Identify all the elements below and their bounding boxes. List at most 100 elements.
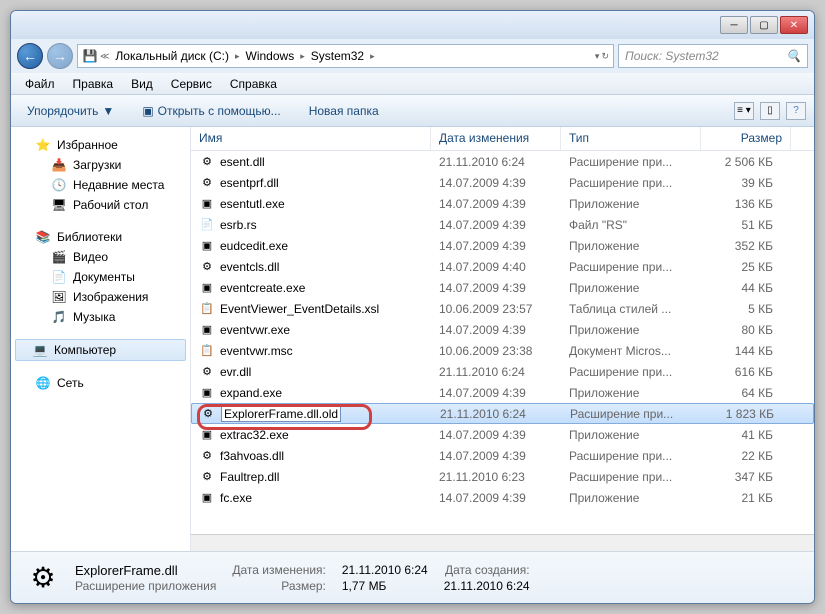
- menu-tools[interactable]: Сервис: [163, 75, 220, 93]
- file-type: Приложение: [561, 196, 701, 212]
- search-icon: 🔍: [786, 49, 801, 63]
- file-row[interactable]: 📋eventvwr.msc10.06.2009 23:38Документ Mi…: [191, 340, 814, 361]
- rename-input[interactable]: ExplorerFrame.dll.old: [221, 406, 341, 422]
- file-date: 14.07.2009 4:39: [431, 385, 561, 401]
- navbar: ← → 💾 ≪ Локальный диск (C:) ▸ Windows ▸ …: [11, 39, 814, 73]
- menubar: Файл Правка Вид Сервис Справка: [11, 73, 814, 95]
- forward-button[interactable]: →: [47, 43, 73, 69]
- close-button[interactable]: ✕: [780, 16, 808, 34]
- file-type-icon: ⚙: [23, 558, 63, 598]
- search-placeholder: Поиск: System32: [625, 49, 719, 63]
- sidebar-images[interactable]: 🖼Изображения: [11, 287, 190, 307]
- sidebar-favorites[interactable]: ⭐Избранное: [11, 135, 190, 155]
- explorer-window: ─ ▢ ✕ ← → 💾 ≪ Локальный диск (C:) ▸ Wind…: [10, 10, 815, 604]
- recent-icon: 🕓: [51, 177, 67, 193]
- file-name: eventcreate.exe: [220, 281, 305, 295]
- file-row[interactable]: ▣eudcedit.exe14.07.2009 4:39Приложение35…: [191, 235, 814, 256]
- file-row[interactable]: ⚙esent.dll21.11.2010 6:24Расширение при.…: [191, 151, 814, 172]
- breadcrumb-item[interactable]: Windows: [242, 47, 299, 65]
- file-type: Расширение при...: [561, 154, 701, 170]
- refresh-icon[interactable]: ↻: [601, 51, 609, 62]
- file-icon: ⚙: [199, 364, 215, 380]
- sidebar-desktop[interactable]: 🖥Рабочий стол: [11, 195, 190, 215]
- library-icon: 📚: [35, 229, 51, 245]
- file-row[interactable]: ▣eventvwr.exe14.07.2009 4:39Приложение80…: [191, 319, 814, 340]
- file-icon: ⚙: [199, 259, 215, 275]
- sidebar-music[interactable]: 🎵Музыка: [11, 307, 190, 327]
- sidebar-documents[interactable]: 📄Документы: [11, 267, 190, 287]
- file-type: Приложение: [561, 490, 701, 506]
- column-headers: Имя Дата изменения Тип Размер: [191, 127, 814, 151]
- file-row[interactable]: ⚙Faultrep.dll21.11.2010 6:23Расширение п…: [191, 466, 814, 487]
- menu-help[interactable]: Справка: [222, 75, 285, 93]
- details-pane: ⚙ ExplorerFrame.dll Дата изменения: 21.1…: [11, 551, 814, 603]
- menu-file[interactable]: Файл: [17, 75, 63, 93]
- header-type[interactable]: Тип: [561, 127, 701, 150]
- header-size[interactable]: Размер: [701, 127, 791, 150]
- file-size: 44 КБ: [701, 280, 781, 296]
- images-icon: 🖼: [51, 289, 67, 305]
- file-date: 21.11.2010 6:24: [432, 406, 562, 422]
- file-row[interactable]: ⚙f3ahvoas.dll14.07.2009 4:39Расширение п…: [191, 445, 814, 466]
- chevron-icon[interactable]: ▸: [370, 51, 375, 62]
- maximize-button[interactable]: ▢: [750, 16, 778, 34]
- file-date: 21.11.2010 6:23: [431, 469, 561, 485]
- file-date: 10.06.2009 23:57: [431, 301, 561, 317]
- file-row[interactable]: ⚙evr.dll21.11.2010 6:24Расширение при...…: [191, 361, 814, 382]
- sidebar: ⭐Избранное 📥Загрузки 🕓Недавние места 🖥Ра…: [11, 127, 191, 551]
- file-name: f3ahvoas.dll: [220, 449, 284, 463]
- horizontal-scrollbar[interactable]: [191, 534, 814, 551]
- header-name[interactable]: Имя: [191, 127, 431, 150]
- menu-view[interactable]: Вид: [123, 75, 161, 93]
- file-row[interactable]: ▣extrac32.exe14.07.2009 4:39Приложение41…: [191, 424, 814, 445]
- file-icon: 📋: [199, 343, 215, 359]
- file-icon: ⚙: [199, 448, 215, 464]
- open-with-button[interactable]: ▣ Открыть с помощью...: [134, 100, 288, 122]
- file-row[interactable]: 📋EventViewer_EventDetails.xsl10.06.2009 …: [191, 298, 814, 319]
- computer-icon: 💻: [32, 342, 48, 358]
- documents-icon: 📄: [51, 269, 67, 285]
- file-row[interactable]: ⚙esentprf.dll14.07.2009 4:39Расширение п…: [191, 172, 814, 193]
- breadcrumb-item[interactable]: Локальный диск (C:): [111, 47, 233, 65]
- menu-edit[interactable]: Правка: [65, 75, 122, 93]
- file-row[interactable]: ⚙eventcls.dll14.07.2009 4:40Расширение п…: [191, 256, 814, 277]
- details-date: 21.11.2010 6:24: [342, 563, 428, 578]
- preview-button[interactable]: ▯: [760, 102, 780, 120]
- file-icon: ▣: [199, 238, 215, 254]
- sidebar-downloads[interactable]: 📥Загрузки: [11, 155, 190, 175]
- minimize-button[interactable]: ─: [720, 16, 748, 34]
- back-button[interactable]: ←: [17, 43, 43, 69]
- sidebar-computer[interactable]: 💻Компьютер: [15, 339, 186, 361]
- file-icon: ⚙: [199, 469, 215, 485]
- file-row[interactable]: ⚙ExplorerFrame.dll.old21.11.2010 6:24Рас…: [191, 403, 814, 424]
- breadcrumb-item[interactable]: System32: [307, 47, 368, 65]
- help-button[interactable]: ?: [786, 102, 806, 120]
- address-bar[interactable]: 💾 ≪ Локальный диск (C:) ▸ Windows ▸ Syst…: [77, 44, 614, 68]
- header-date[interactable]: Дата изменения: [431, 127, 561, 150]
- view-button[interactable]: ≡ ▾: [734, 102, 754, 120]
- file-row[interactable]: ▣esentutl.exe14.07.2009 4:39Приложение13…: [191, 193, 814, 214]
- file-type: Приложение: [561, 385, 701, 401]
- file-size: 25 КБ: [701, 259, 781, 275]
- sidebar-recent[interactable]: 🕓Недавние места: [11, 175, 190, 195]
- new-folder-button[interactable]: Новая папка: [301, 100, 387, 122]
- file-icon: 📄: [199, 217, 215, 233]
- search-input[interactable]: Поиск: System32 🔍: [618, 44, 808, 68]
- details-filetype: Расширение приложения: [75, 579, 216, 593]
- file-row[interactable]: ▣eventcreate.exe14.07.2009 4:39Приложени…: [191, 277, 814, 298]
- dropdown-icon[interactable]: ▾: [595, 51, 600, 62]
- file-row[interactable]: 📄esrb.rs14.07.2009 4:39Файл "RS"51 КБ: [191, 214, 814, 235]
- chevron-icon[interactable]: ≪: [100, 51, 109, 62]
- sidebar-libraries[interactable]: 📚Библиотеки: [11, 227, 190, 247]
- chevron-icon[interactable]: ▸: [235, 51, 240, 62]
- file-date: 14.07.2009 4:39: [431, 322, 561, 338]
- file-row[interactable]: ▣expand.exe14.07.2009 4:39Приложение64 К…: [191, 382, 814, 403]
- file-size: 1 823 КБ: [702, 406, 782, 422]
- sidebar-video[interactable]: 🎬Видео: [11, 247, 190, 267]
- chevron-icon[interactable]: ▸: [300, 51, 305, 62]
- file-row[interactable]: ▣fc.exe14.07.2009 4:39Приложение21 КБ: [191, 487, 814, 508]
- desktop-icon: 🖥: [51, 197, 67, 213]
- sidebar-network[interactable]: 🌐Сеть: [11, 373, 190, 393]
- file-icon: 📋: [199, 301, 215, 317]
- organize-button[interactable]: Упорядочить ▼: [19, 100, 122, 122]
